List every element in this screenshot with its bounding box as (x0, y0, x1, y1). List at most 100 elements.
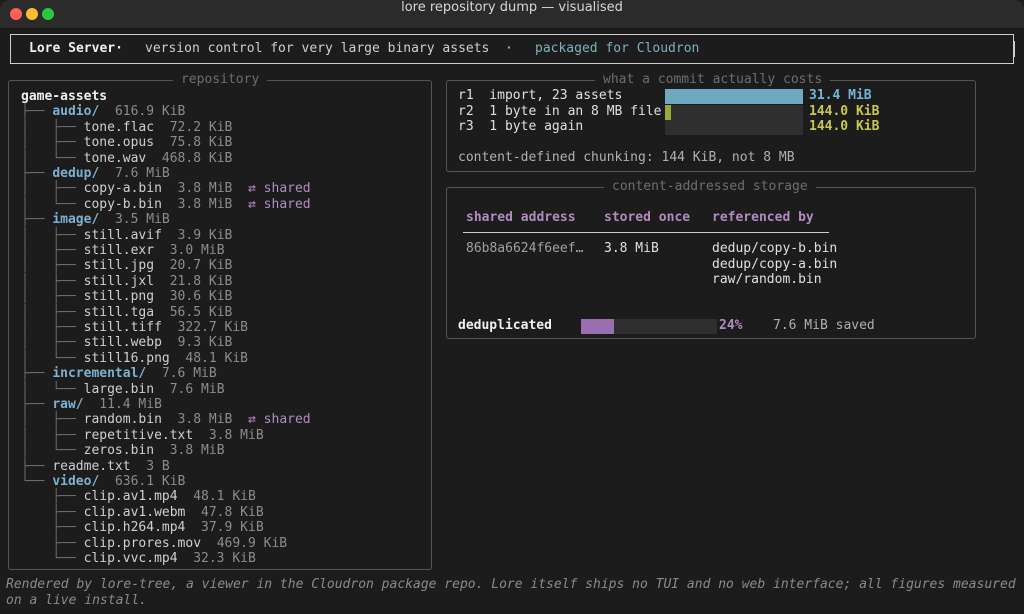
tree-entry-name: incremental/ (52, 366, 147, 382)
commit-cost-bar (665, 89, 803, 104)
tree-guide: │ └── (21, 196, 84, 212)
tree-file[interactable]: │ ├── repetitive.txt 3.8 MiB (21, 428, 264, 443)
tree-guide: │ └── (21, 350, 84, 366)
tree-file[interactable]: └── clip.vvc.mp4 32.3 KiB (21, 551, 256, 566)
shared-address-value: 86b8a6624f6eef… (466, 241, 584, 256)
tree-entry-size: 322.7 KiB (177, 320, 249, 335)
tree-entry-name: copy-b.bin (83, 196, 162, 212)
tree-guide: ├── (21, 535, 84, 551)
tree-file[interactable]: │ ├── tone.flac 72.2 KiB (21, 120, 232, 135)
tree-entry-size: 3.8 MiB (177, 181, 233, 197)
tree-entry-name: clip.av1.mp4 (83, 489, 178, 505)
tree-file[interactable]: ├── clip.av1.webm 47.8 KiB (21, 505, 263, 520)
tree-file[interactable]: │ ├── random.bin 3.8 MiB ⇄ shared (21, 412, 311, 427)
tree-file[interactable]: ├── clip.av1.mp4 48.1 KiB (21, 489, 256, 504)
tree-file[interactable]: │ ├── tone.opus 75.8 KiB (21, 135, 232, 150)
tree-file[interactable]: │ ├── still.tiff 322.7 KiB (21, 320, 248, 335)
tree-file[interactable]: │ ├── still.webp 9.3 KiB (21, 335, 232, 350)
tree-file[interactable]: ├── readme.txt 3 B (21, 459, 170, 474)
shared-badge: ⇄ shared (248, 196, 311, 212)
tree-root: game-assets (21, 89, 108, 104)
tree-directory[interactable]: └── video/ 636.1 KiB (21, 474, 185, 489)
tree-directory[interactable]: ├── dedup/ 7.6 MiB (21, 166, 170, 181)
commit-label: r3 1 byte again (458, 119, 584, 134)
tree-entry-size: 48.1 KiB (185, 350, 248, 366)
stored-once-value: 3.8 MiB (604, 241, 659, 256)
title-bar: lore repository dump — visualised (0, 0, 1024, 29)
commit-cost-bar (665, 120, 803, 135)
tree-guide: │ ├── (21, 304, 84, 320)
footer-note: Rendered by lore-tree, a viewer in the C… (6, 577, 1016, 608)
commit-cost-panel: what a commit actually costs r1 import, … (446, 72, 976, 172)
tree-entry-size: 48.1 KiB (193, 489, 256, 505)
tree-guide: │ ├── (21, 243, 84, 258)
tree-guide: ├── (21, 366, 53, 382)
tree-file[interactable]: │ ├── still.jxl 21.8 KiB (21, 274, 232, 289)
header-shared-address: shared address (466, 210, 576, 225)
tree-guide: │ ├── (21, 427, 84, 443)
header-separator: · (505, 41, 513, 56)
tree-entry-size: 616.9 KiB (114, 104, 186, 120)
referenced-by-2: dedup/copy-a.bin (712, 257, 838, 272)
terminal-cursor (1013, 41, 1015, 57)
tree-file[interactable]: │ └── copy-b.bin 3.8 MiB ⇄ shared (21, 197, 311, 212)
tree-entry-name: repetitive.txt (83, 427, 194, 443)
commit-cost-value: 144.0 KiB (809, 103, 880, 119)
tree-entry-size: 3.5 MiB (114, 212, 170, 228)
tree-directory[interactable]: ├── incremental/ 7.6 MiB (21, 366, 217, 381)
referenced-by-1: dedup/copy-b.bin (712, 241, 838, 256)
storage-panel: content-addressed storage shared address… (446, 179, 976, 339)
repository-panel: repository game-assets ├── audio/ 616.9 … (8, 72, 432, 570)
tree-directory[interactable]: ├── raw/ 11.4 MiB (21, 397, 162, 412)
tree-directory[interactable]: ├── image/ 3.5 MiB (21, 212, 170, 227)
tree-entry-size: 32.3 KiB (193, 551, 256, 566)
dedup-saved: 7.6 MiB saved (773, 318, 875, 333)
tree-file[interactable]: │ └── zeros.bin 3.8 MiB (21, 443, 225, 458)
tree-entry-name: still.png (83, 289, 155, 305)
tree-guide: │ ├── (21, 227, 84, 243)
tree-guide: │ ├── (21, 258, 84, 274)
commit-cost-bar (665, 104, 803, 120)
tree-entry-size: 3.9 KiB (177, 227, 233, 243)
tree-entry-name: random.bin (83, 412, 162, 428)
terminal-window: lore repository dump — visualised Lore S… (0, 0, 1024, 614)
tree-guide: ├── (21, 397, 53, 412)
tree-file[interactable]: │ ├── still.avif 3.9 KiB (21, 228, 232, 243)
tree-entry-name: still16.png (83, 350, 170, 366)
tree-guide: │ ├── (21, 335, 84, 351)
tree-file[interactable]: ├── clip.h264.mp4 37.9 KiB (21, 520, 263, 535)
tree-file[interactable]: ├── clip.prores.mov 469.9 KiB (21, 536, 287, 551)
tree-file[interactable]: │ └── still16.png 48.1 KiB (21, 351, 248, 366)
referenced-by-3: raw/random.bin (712, 272, 822, 287)
tree-entry-size: 7.6 MiB (161, 366, 217, 382)
tree-file[interactable]: │ ├── still.exr 3.0 MiB (21, 243, 225, 258)
tree-entry-name: dedup/ (52, 166, 100, 181)
tree-file[interactable]: │ └── large.bin 7.6 MiB (21, 382, 225, 397)
tree-directory[interactable]: ├── audio/ 616.9 KiB (21, 104, 185, 119)
tree-entry-name: still.jxl (83, 273, 155, 289)
tree-entry-name: tone.wav (83, 150, 147, 166)
tree-file[interactable]: │ └── tone.wav 468.8 KiB (21, 151, 232, 166)
commit-cost-panel-title: what a commit actually costs (595, 72, 831, 88)
tree-entry-name: still.avif (83, 227, 162, 243)
tree-entry-name: still.exr (83, 243, 155, 258)
dedup-bar-fill (581, 319, 614, 334)
tree-file[interactable]: │ ├── copy-a.bin 3.8 MiB ⇄ shared (21, 181, 311, 196)
tree-entry-size: 9.3 KiB (177, 335, 233, 351)
tree-file[interactable]: │ ├── still.jpg 20.7 KiB (21, 258, 232, 273)
tree-entry-size: 7.6 MiB (114, 166, 170, 181)
tree-entry-size: 56.5 KiB (169, 304, 233, 320)
tree-entry-size: 3 B (146, 458, 170, 474)
tree-entry-size: 3.8 MiB (169, 443, 225, 459)
tree-entry-name: clip.prores.mov (83, 535, 202, 551)
tree-guide: │ ├── (21, 320, 84, 335)
terminal-content: Lore Server· version control for very la… (0, 29, 1024, 614)
tree-guide: └── (21, 474, 53, 489)
tree-file[interactable]: │ ├── still.png 30.6 KiB (21, 289, 232, 304)
tree-guide: │ └── (21, 150, 84, 166)
tree-entry-size: 11.4 MiB (99, 397, 162, 412)
dedup-bar (581, 319, 717, 334)
dedup-label: deduplicated (458, 318, 552, 333)
tree-guide: ├── (21, 166, 53, 181)
tree-file[interactable]: │ ├── still.tga 56.5 KiB (21, 305, 232, 320)
